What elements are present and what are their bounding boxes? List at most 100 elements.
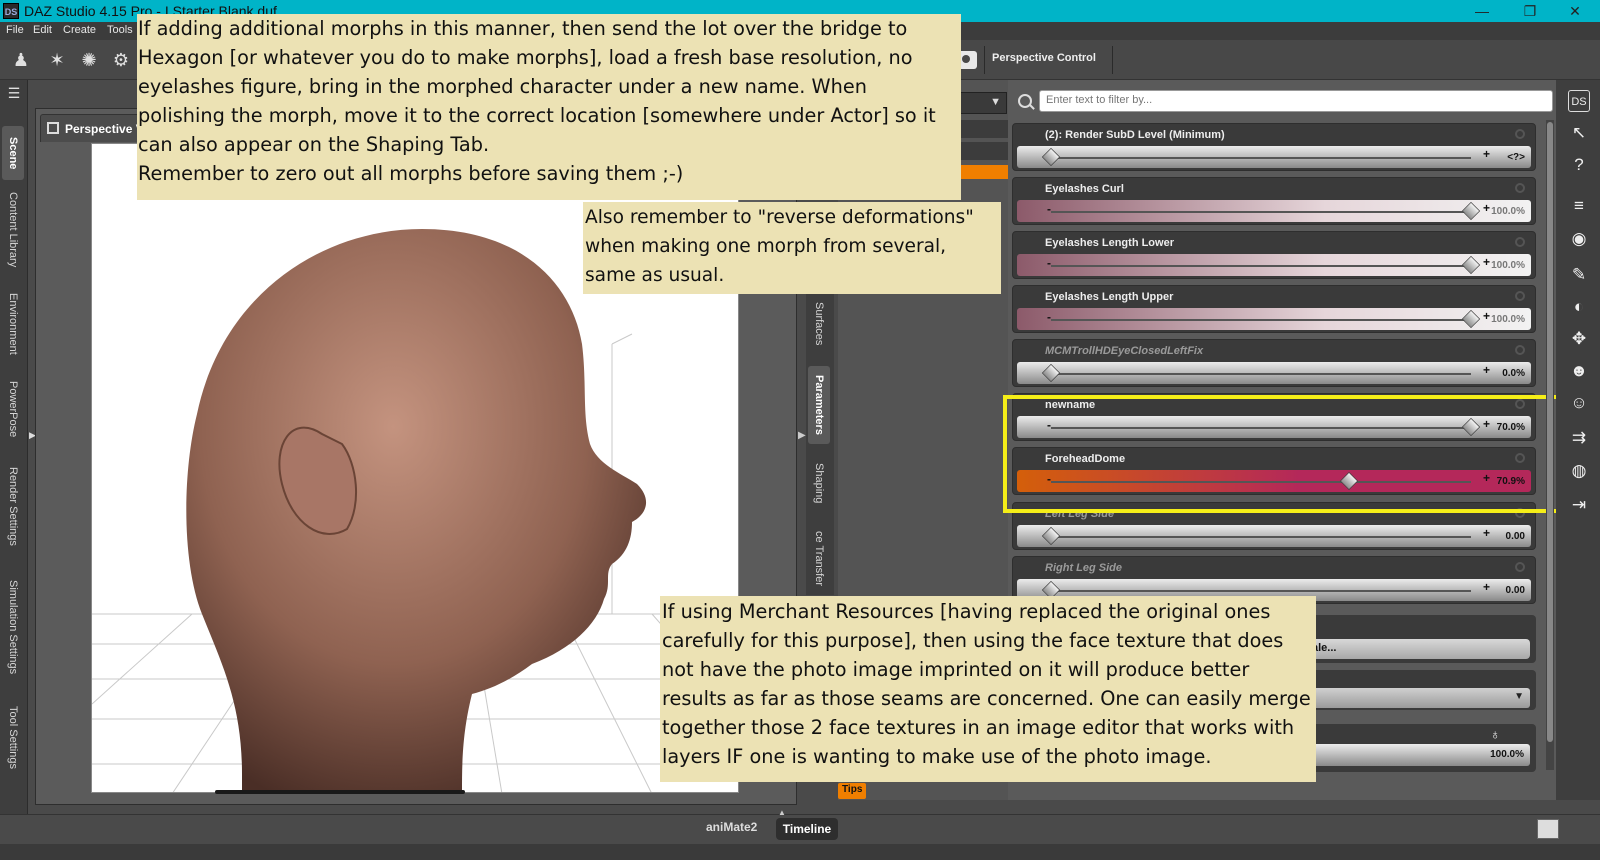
spark-tool-icon[interactable]: ✺	[78, 49, 100, 71]
increment-icon[interactable]: +	[1483, 201, 1490, 215]
menu-file[interactable]: File	[6, 24, 24, 36]
circle-info-icon[interactable]: ◉	[1568, 228, 1590, 250]
viewport-icon	[47, 122, 59, 134]
decrement-icon[interactable]: -	[1047, 310, 1051, 324]
menu-create[interactable]: Create	[63, 24, 96, 36]
panel-menu-icon[interactable]: ☰	[3, 82, 25, 102]
param-slider[interactable]: -+0.00	[1017, 525, 1531, 547]
figure-alt-icon[interactable]: ☺	[1568, 392, 1590, 414]
pose-tool-icon[interactable]: ✥	[1568, 328, 1590, 350]
globe-icon[interactable]: ◍	[1568, 460, 1590, 482]
close-button[interactable]: ✕	[1555, 2, 1595, 20]
param-slider[interactable]: -+<?>	[1017, 146, 1531, 168]
param-slider[interactable]: - +100.0%	[1017, 200, 1531, 222]
decrement-icon[interactable]: -	[1047, 202, 1051, 216]
tab-scene[interactable]: Scene	[2, 126, 24, 180]
increment-icon[interactable]: +	[1483, 363, 1490, 377]
decrement-icon[interactable]: -	[1047, 256, 1051, 270]
gear-tool-icon[interactable]: ⚙	[110, 49, 132, 71]
param-slider[interactable]: -+0.0%	[1017, 362, 1531, 384]
param-value: 0.0%	[1502, 368, 1525, 379]
increment-icon[interactable]: +	[1483, 309, 1490, 323]
brush-icon[interactable]: ✎	[1568, 264, 1590, 286]
collapse-bottom-icon[interactable]: ▲	[778, 808, 786, 817]
tab-animate2[interactable]: aniMate2	[706, 820, 757, 834]
gear-icon[interactable]	[1515, 562, 1525, 572]
tab-tool-settings[interactable]: Tool Settings	[2, 692, 24, 782]
param-value: <?>	[1507, 152, 1525, 163]
gear-icon[interactable]	[1515, 183, 1525, 193]
sphere-tool-icon[interactable]: ◐	[1568, 296, 1590, 318]
tab-environment[interactable]: Environment	[2, 282, 24, 366]
status-bar	[0, 844, 1600, 860]
param-value: 0.00	[1505, 585, 1525, 596]
exit-icon[interactable]: ⇥	[1568, 494, 1590, 516]
minimize-button[interactable]: —	[1462, 2, 1502, 20]
gear-icon[interactable]	[1515, 237, 1525, 247]
lock-icon[interactable]: ♁	[1490, 726, 1501, 742]
param-name: MCMTrollHDEyeClosedLeftFix	[1045, 345, 1204, 357]
slider-thumb[interactable]	[1461, 309, 1481, 329]
highlight-box	[1003, 395, 1561, 513]
help-icon[interactable]: ?	[1568, 154, 1590, 176]
annotation-note-1: If adding additional morphs in this mann…	[137, 14, 961, 200]
annotation-note-3: If using Merchant Resources [having repl…	[660, 596, 1316, 782]
filter-search-input[interactable]: Enter text to filter by...	[1039, 90, 1553, 112]
param-row: MCMTrollHDEyeClosedLeftFix -+0.0%	[1012, 339, 1536, 387]
chevron-down-icon: ▼	[1514, 691, 1524, 702]
maximize-button[interactable]: ❐	[1510, 2, 1550, 20]
toolbar-divider	[984, 46, 985, 74]
figure-icon[interactable]: ☻	[1568, 360, 1590, 382]
gear-icon[interactable]	[1515, 129, 1525, 139]
tab-render-settings[interactable]: Render Settings	[2, 454, 24, 558]
param-row: Eyelashes Curl - +100.0%	[1012, 177, 1536, 225]
perspective-control-label[interactable]: Perspective Control	[992, 52, 1096, 64]
list-icon[interactable]: ≡	[1568, 195, 1590, 217]
tab-parameters[interactable]: Parameters	[808, 366, 830, 444]
slider-thumb[interactable]	[1041, 526, 1061, 546]
slider-rail	[1051, 319, 1471, 321]
param-row: (2): Render SubD Level (Minimum)-+<?>	[1012, 123, 1536, 171]
scene-figure-icon[interactable]: ♟	[10, 49, 32, 71]
tab-shaping[interactable]: Shaping	[808, 450, 830, 516]
slider-thumb[interactable]	[1461, 201, 1481, 221]
tab-face-transfer[interactable]: ce Transfer	[808, 522, 830, 595]
param-slider[interactable]: - +100.0%	[1017, 254, 1531, 276]
ds-home-icon[interactable]: DS	[1568, 90, 1590, 112]
params-scrollbar[interactable]	[1546, 120, 1554, 770]
slider-rail	[1051, 157, 1471, 159]
menu-tools[interactable]: Tools	[107, 24, 133, 36]
tab-powerpose[interactable]: PowerPose	[2, 370, 24, 448]
gear-icon[interactable]	[1515, 291, 1525, 301]
help-pointer-icon[interactable]: ↖	[1568, 122, 1590, 144]
panel-options-icon[interactable]	[1537, 819, 1559, 839]
gear-icon[interactable]	[1515, 345, 1525, 355]
param-slider[interactable]: - +100.0%	[1017, 308, 1531, 330]
slider-rail	[1051, 265, 1471, 267]
wand-tool-icon[interactable]: ✶	[46, 49, 68, 71]
param-value: 100.0%	[1491, 260, 1525, 271]
tab-timeline[interactable]: Timeline	[776, 818, 838, 840]
viewport-tab[interactable]: Perspective V	[40, 114, 150, 142]
increment-icon[interactable]: +	[1483, 526, 1490, 540]
scrollbar-thumb[interactable]	[1547, 122, 1553, 742]
slider-thumb[interactable]	[1041, 147, 1061, 167]
sliders-icon[interactable]: ⇉	[1568, 427, 1590, 449]
mid-tab-strip: Surfaces Parameters Shaping ce Transfer	[806, 290, 834, 595]
tab-simulation-settings[interactable]: Simulation Settings	[2, 566, 24, 688]
param-value: 100.0%	[1491, 206, 1525, 217]
increment-icon[interactable]: +	[1483, 580, 1490, 594]
param-name: Eyelashes Curl	[1045, 183, 1124, 195]
tips-tab[interactable]: Tips	[838, 783, 867, 799]
app-icon: DS	[3, 3, 19, 19]
chevron-down-icon: ▼	[990, 96, 1001, 108]
increment-icon[interactable]: +	[1483, 255, 1490, 269]
tab-surfaces[interactable]: Surfaces	[808, 290, 830, 358]
slider-thumb[interactable]	[1461, 255, 1481, 275]
annotation-note-2: Also remember to "reverse deformations" …	[583, 202, 1001, 294]
collapse-mid-icon[interactable]: ▶	[798, 430, 806, 441]
slider-thumb[interactable]	[1041, 363, 1061, 383]
tab-content-library[interactable]: Content Library	[2, 182, 24, 278]
menu-edit[interactable]: Edit	[33, 24, 52, 36]
increment-icon[interactable]: +	[1483, 147, 1490, 161]
